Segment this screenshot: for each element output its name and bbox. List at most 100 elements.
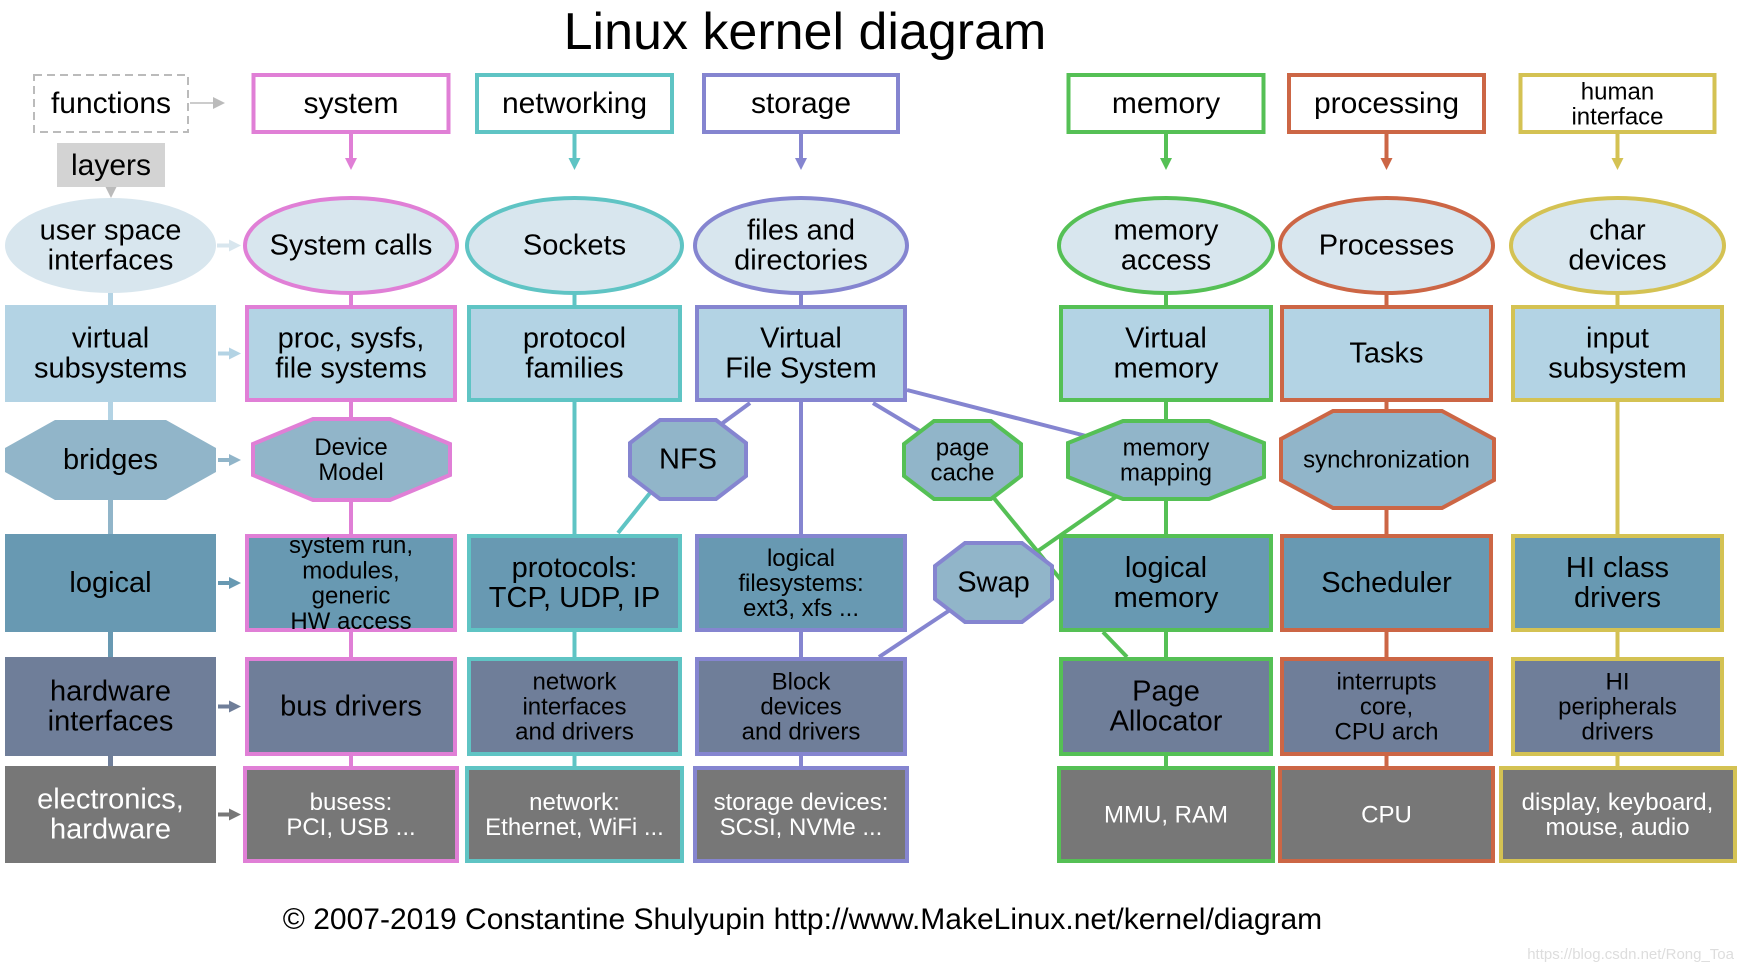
function-header-storage[interactable]: storage [702,73,900,134]
cell-networking-logical[interactable]: protocols: TCP, UDP, IP [467,534,682,632]
cell-human-interface-electronics[interactable]: display, keyboard, mouse, audio [1499,766,1737,863]
cell-processing-bridges[interactable]: synchronization [1279,409,1496,510]
cell-label: protocols: TCP, UDP, IP [489,552,660,614]
cell-label: System calls [270,230,433,262]
function-header-label-line: memory [1112,87,1220,120]
cell-label-line: peripherals [1558,693,1677,720]
cell-storage-logical[interactable]: logical filesystems: ext3, xfs ... [695,534,907,632]
bridge-node-label: page cache [930,434,994,486]
watermark: https://blog.csdn.net/Rong_Toa [1527,946,1734,963]
cell-memory-virtual[interactable]: Virtual memory [1059,305,1273,402]
function-header-system[interactable]: system [251,73,451,134]
cell-system-virtual[interactable]: proc, sysfs, file systems [245,305,457,402]
function-header-label-line: interface [1571,103,1663,130]
layer-hardware-interfaces: hardware interfaces [5,657,216,756]
cell-processing-virtual[interactable]: Tasks [1280,305,1493,402]
cell-networking-electronics[interactable]: network: Ethernet, WiFi ... [465,766,684,863]
cell-label-line: Processes [1319,230,1454,262]
cell-networking-user-space[interactable]: Sockets [465,196,684,295]
cell-memory-electronics[interactable]: MMU, RAM [1057,766,1275,863]
layer-label-line: subsystems [34,353,187,385]
bridge-node-label-line: cache [930,459,994,486]
cell-memory-hardware-interfaces[interactable]: Page Allocator [1059,657,1273,756]
cell-system-bridges[interactable]: Device Model [251,417,452,502]
cell-label: memory access [1114,214,1219,276]
cell-networking-virtual[interactable]: protocol families [467,305,682,402]
cell-memory-logical[interactable]: logical memory [1059,534,1273,632]
function-header-processing[interactable]: processing [1287,73,1486,134]
layer-label-line: hardware [50,814,171,846]
function-arrow-human-interface [1611,134,1624,170]
bridge-node-nfs[interactable]: NFS [628,418,748,501]
bridge-node-label: Swap [957,567,1030,599]
cell-label-line: storage devices: [714,788,889,815]
cell-label: CPU [1361,801,1412,828]
cell-label-line: Tasks [1349,338,1423,370]
layers-label-line: layers [71,149,151,182]
cell-system-hardware-interfaces[interactable]: bus drivers [245,657,457,756]
layer-arrow-virtual [218,347,241,360]
layer-label: logical [69,567,151,599]
function-arrow-processing [1380,134,1393,170]
cell-label: Processes [1319,230,1454,262]
cell-storage-hardware-interfaces[interactable]: Block devices and drivers [695,657,907,756]
cell-human-interface-user-space[interactable]: char devices [1509,196,1726,295]
cell-label: HI class drivers [1566,552,1669,614]
cell-human-interface-virtual[interactable]: input subsystem [1511,305,1724,402]
bridge-node-swap[interactable]: Swap [933,541,1054,624]
cell-processing-logical[interactable]: Scheduler [1280,534,1493,632]
bridge-node-label-line: Swap [957,567,1030,599]
layer-label: hardware interfaces [48,675,174,737]
cell-human-interface-hardware-interfaces[interactable]: HI peripherals drivers [1511,657,1724,756]
cell-label-line: PCI, USB ... [286,814,415,841]
cell-memory-bridges[interactable]: memory mapping [1066,419,1266,501]
cell-system-logical[interactable]: system run, modules, generic HW access [245,532,457,635]
layer-user-space: user space interfaces [5,198,216,293]
cell-memory-user-space[interactable]: memory access [1057,196,1275,295]
cell-storage-user-space[interactable]: files and directories [693,196,909,295]
layer-arrow-user-space [217,239,241,252]
cell-processing-hardware-interfaces[interactable]: interrupts core, CPU arch [1280,657,1493,756]
cell-label-line: HI [1606,668,1630,695]
function-header-label: storage [751,87,851,120]
layer-electronics: electronics, hardware [5,766,216,863]
cell-storage-virtual[interactable]: Virtual File System [695,305,907,402]
layer-logical: logical [5,534,216,632]
function-header-memory[interactable]: memory [1066,73,1266,134]
cell-processing-user-space[interactable]: Processes [1278,196,1495,295]
layer-label: electronics, hardware [37,783,184,845]
layer-virtual: virtual subsystems [5,305,216,402]
edge-logical-memory-page-allocator [1101,630,1129,659]
function-header-label: human interface [1571,78,1663,130]
layer-label: user space interfaces [40,214,182,276]
cell-label-line: char [1589,214,1646,246]
cell-label-line: proc, sysfs, [278,322,425,354]
cell-label-line: HI class [1566,552,1669,584]
function-header-label-line: human [1581,78,1654,105]
cell-label-line: CPU arch [1334,718,1438,745]
cell-processing-electronics[interactable]: CPU [1278,766,1495,863]
cell-label-line: access [1121,245,1211,277]
cell-label-line: Ethernet, WiFi ... [485,814,664,841]
cell-label-line: memory [1114,582,1219,614]
cell-system-user-space[interactable]: System calls [243,196,459,295]
function-header-networking[interactable]: networking [475,73,674,134]
functions-label: functions [51,87,171,120]
layer-label-line: hardware [50,675,171,707]
cell-label-line: bus drivers [280,691,422,723]
edge-nfs-protocols [616,486,656,535]
bridge-node-page-cache[interactable]: page cache [902,419,1023,501]
cell-networking-hardware-interfaces[interactable]: network interfaces and drivers [467,657,682,756]
function-header-human-interface[interactable]: human interface [1518,73,1717,134]
function-header-label-line: system [303,87,398,120]
cell-label-line: files and [747,214,855,246]
cell-label-line: directories [734,245,868,277]
cell-label: protocol families [523,322,626,384]
function-arrow-storage [795,134,807,170]
cell-human-interface-logical[interactable]: HI class drivers [1511,534,1724,632]
cell-storage-electronics[interactable]: storage devices: SCSI, NVMe ... [693,766,909,863]
cell-system-electronics[interactable]: busess: PCI, USB ... [243,766,459,863]
cell-label: synchronization [1303,446,1470,473]
cell-label-line: filesystems: [738,570,863,597]
cell-label-line: HW access [290,607,411,634]
